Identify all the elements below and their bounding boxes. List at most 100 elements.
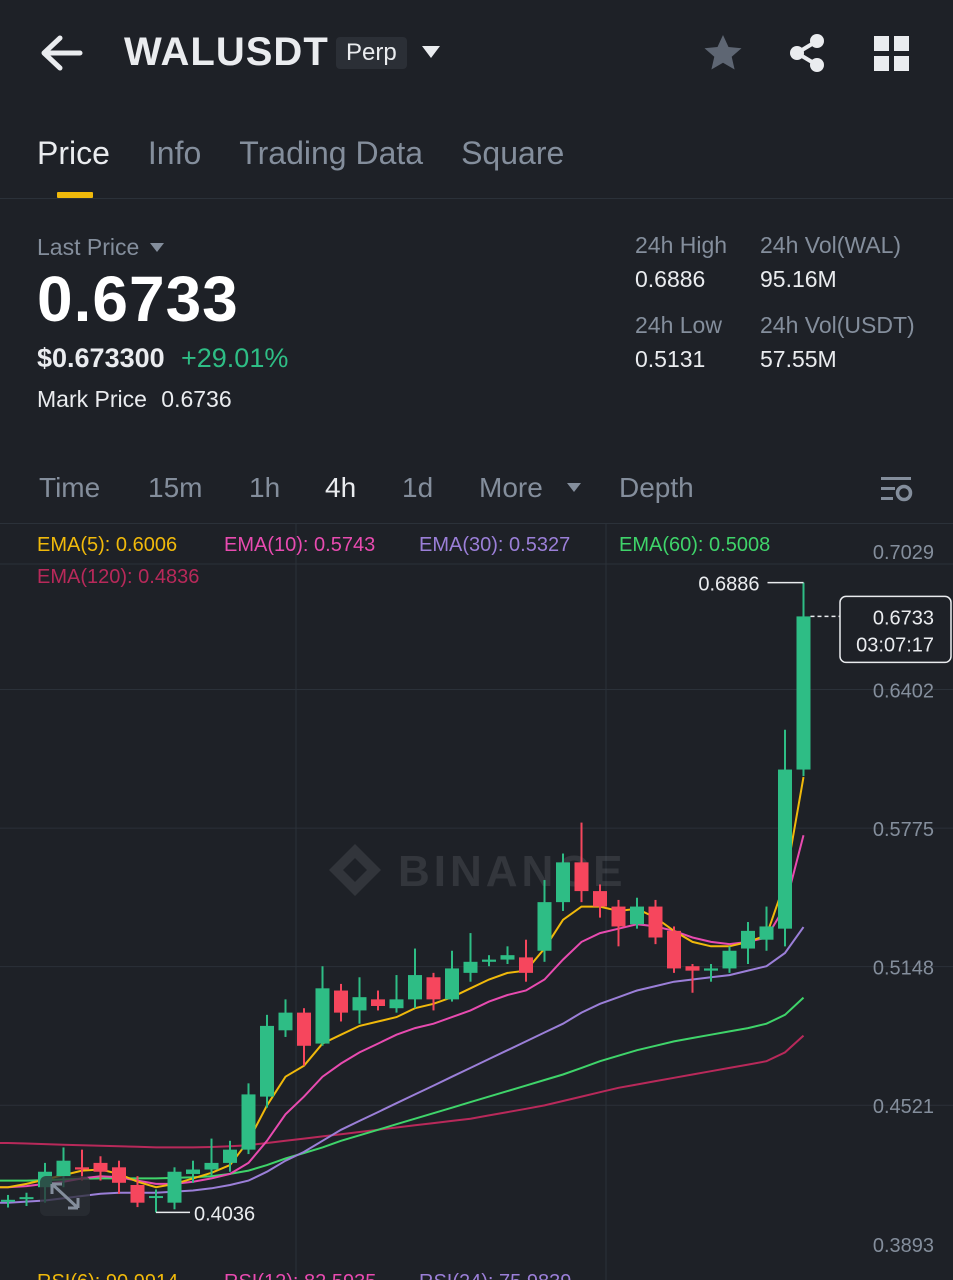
candle-down bbox=[426, 977, 441, 1000]
candle-down bbox=[574, 862, 589, 892]
chevron-down-icon bbox=[422, 46, 440, 58]
candle-down bbox=[75, 1167, 89, 1170]
share-icon bbox=[790, 34, 824, 72]
vol-quote-label: 24h Vol(USDT) bbox=[760, 312, 915, 338]
interval-time[interactable]: Time bbox=[39, 472, 100, 504]
y-tick-label: 0.4521 bbox=[873, 1096, 934, 1118]
countdown-label: 03:07:17 bbox=[856, 634, 934, 656]
rsi-legend-item: RSI(6): 90.9914 bbox=[37, 1271, 178, 1280]
candle-up bbox=[223, 1149, 237, 1163]
candle-up bbox=[352, 997, 367, 1011]
candle-up bbox=[389, 999, 404, 1009]
tab-info[interactable]: Info bbox=[148, 135, 201, 172]
tab-square[interactable]: Square bbox=[461, 135, 564, 172]
vol-base-value: 95.16M bbox=[760, 266, 837, 292]
expand-button[interactable] bbox=[40, 1176, 90, 1216]
mark-price-row: Mark Price 0.6736 bbox=[37, 386, 232, 413]
symbol-title[interactable]: WALUSDT bbox=[124, 30, 329, 75]
candle-up bbox=[482, 959, 496, 962]
interval-15m[interactable]: 15m bbox=[148, 472, 202, 504]
interval-1d[interactable]: 1d bbox=[402, 472, 433, 504]
candle-up bbox=[1, 1199, 15, 1202]
y-tick-label: 0.6402 bbox=[873, 681, 934, 703]
y-tick-label: 0.3893 bbox=[873, 1235, 934, 1257]
layout-button[interactable] bbox=[874, 36, 910, 72]
candle-down bbox=[112, 1167, 126, 1183]
candle-up bbox=[315, 988, 330, 1044]
candle-down bbox=[648, 906, 663, 938]
high-marker-label: 0.6886 bbox=[698, 574, 759, 596]
interval-more[interactable]: More bbox=[479, 472, 543, 504]
tab-price[interactable]: Price bbox=[37, 135, 110, 172]
y-tick-label: 0.5775 bbox=[873, 819, 934, 841]
rsi-legend-item: RSI(24): 75.9839 bbox=[419, 1271, 571, 1280]
candle-up bbox=[204, 1162, 219, 1170]
favorite-button[interactable] bbox=[702, 32, 744, 74]
candle-down bbox=[593, 891, 607, 907]
candle-up bbox=[722, 950, 737, 969]
back-arrow-icon bbox=[41, 35, 83, 71]
last-price: 0.6733 bbox=[37, 263, 239, 335]
candle-up bbox=[149, 1196, 163, 1199]
candle-up bbox=[19, 1197, 34, 1200]
candle-down bbox=[130, 1184, 145, 1203]
ema-legend-item: EMA(10): 0.5743 bbox=[224, 534, 375, 556]
y-tick-label: 0.7029 bbox=[873, 542, 934, 564]
candle-up bbox=[759, 926, 774, 940]
candle-up bbox=[445, 968, 459, 1000]
ema-legend-item: EMA(120): 0.4836 bbox=[37, 566, 199, 588]
candle-down bbox=[685, 966, 700, 971]
candle-down bbox=[667, 930, 681, 969]
candle-down bbox=[519, 957, 533, 973]
candle-down bbox=[334, 990, 348, 1013]
candle-down bbox=[93, 1162, 108, 1172]
low-marker-label: 0.4036 bbox=[194, 1203, 255, 1225]
interval-1h[interactable]: 1h bbox=[249, 472, 280, 504]
main-tabs: Price Info Trading Data Square bbox=[37, 135, 564, 172]
candle-up bbox=[500, 955, 515, 960]
y-tick-label: 0.5148 bbox=[873, 958, 934, 980]
ema-legend: EMA(5): 0.6006 EMA(10): 0.5743 EMA(30): 0.… bbox=[37, 534, 770, 588]
chart-settings-button[interactable] bbox=[880, 474, 914, 504]
back-button[interactable] bbox=[38, 32, 84, 74]
symbol-dropdown[interactable] bbox=[420, 44, 442, 60]
candle-up bbox=[408, 975, 422, 1000]
candlestick-chart[interactable]: BINANCE 0.7029 0.6402 0.5775 0.5148 0.4521 0.… bbox=[0, 524, 953, 1280]
contract-type-badge[interactable]: Perp bbox=[336, 37, 407, 69]
rsi-legend-item: RSI(12): 82.5935 bbox=[224, 1271, 376, 1280]
tabs-divider bbox=[0, 198, 953, 199]
low-value: 0.5131 bbox=[635, 346, 706, 372]
candle-up bbox=[241, 1094, 256, 1150]
last-price-selector[interactable]: Last Price bbox=[37, 234, 165, 261]
vol-base-label: 24h Vol(WAL) bbox=[760, 232, 902, 258]
share-button[interactable] bbox=[786, 32, 828, 74]
ema120-line bbox=[0, 1034, 805, 1149]
ema-legend-item: EMA(5): 0.6006 bbox=[37, 534, 177, 556]
vol-quote-value: 57.55M bbox=[760, 346, 837, 372]
candle-up bbox=[463, 961, 478, 973]
candle-up bbox=[796, 616, 811, 770]
ema60-line bbox=[0, 996, 805, 1182]
candle-up bbox=[630, 906, 644, 925]
interval-depth[interactable]: Depth bbox=[619, 472, 694, 504]
ema5-line bbox=[0, 776, 805, 1189]
candle-up bbox=[260, 1025, 274, 1097]
watermark-text: BINANCE bbox=[398, 847, 626, 896]
candle-up bbox=[186, 1169, 200, 1174]
candle-up bbox=[167, 1171, 182, 1203]
ema-legend-item: EMA(30): 0.5327 bbox=[419, 534, 570, 556]
grid-icon bbox=[874, 36, 909, 71]
mark-price-label: Mark Price bbox=[37, 386, 147, 412]
interval-4h[interactable]: 4h bbox=[325, 472, 356, 504]
tab-trading-data[interactable]: Trading Data bbox=[239, 135, 423, 172]
current-price-label: 0.6733 bbox=[873, 607, 934, 629]
candle-down bbox=[297, 1012, 311, 1046]
chevron-down-icon bbox=[150, 243, 165, 252]
candle-down bbox=[611, 906, 626, 927]
chart-settings-icon bbox=[881, 477, 913, 502]
chevron-down-icon bbox=[567, 483, 581, 492]
low-label: 24h Low bbox=[635, 312, 722, 338]
mark-price-value: 0.6736 bbox=[161, 386, 232, 412]
usd-price: $0.673300 bbox=[37, 343, 165, 373]
candles bbox=[1, 582, 811, 1213]
